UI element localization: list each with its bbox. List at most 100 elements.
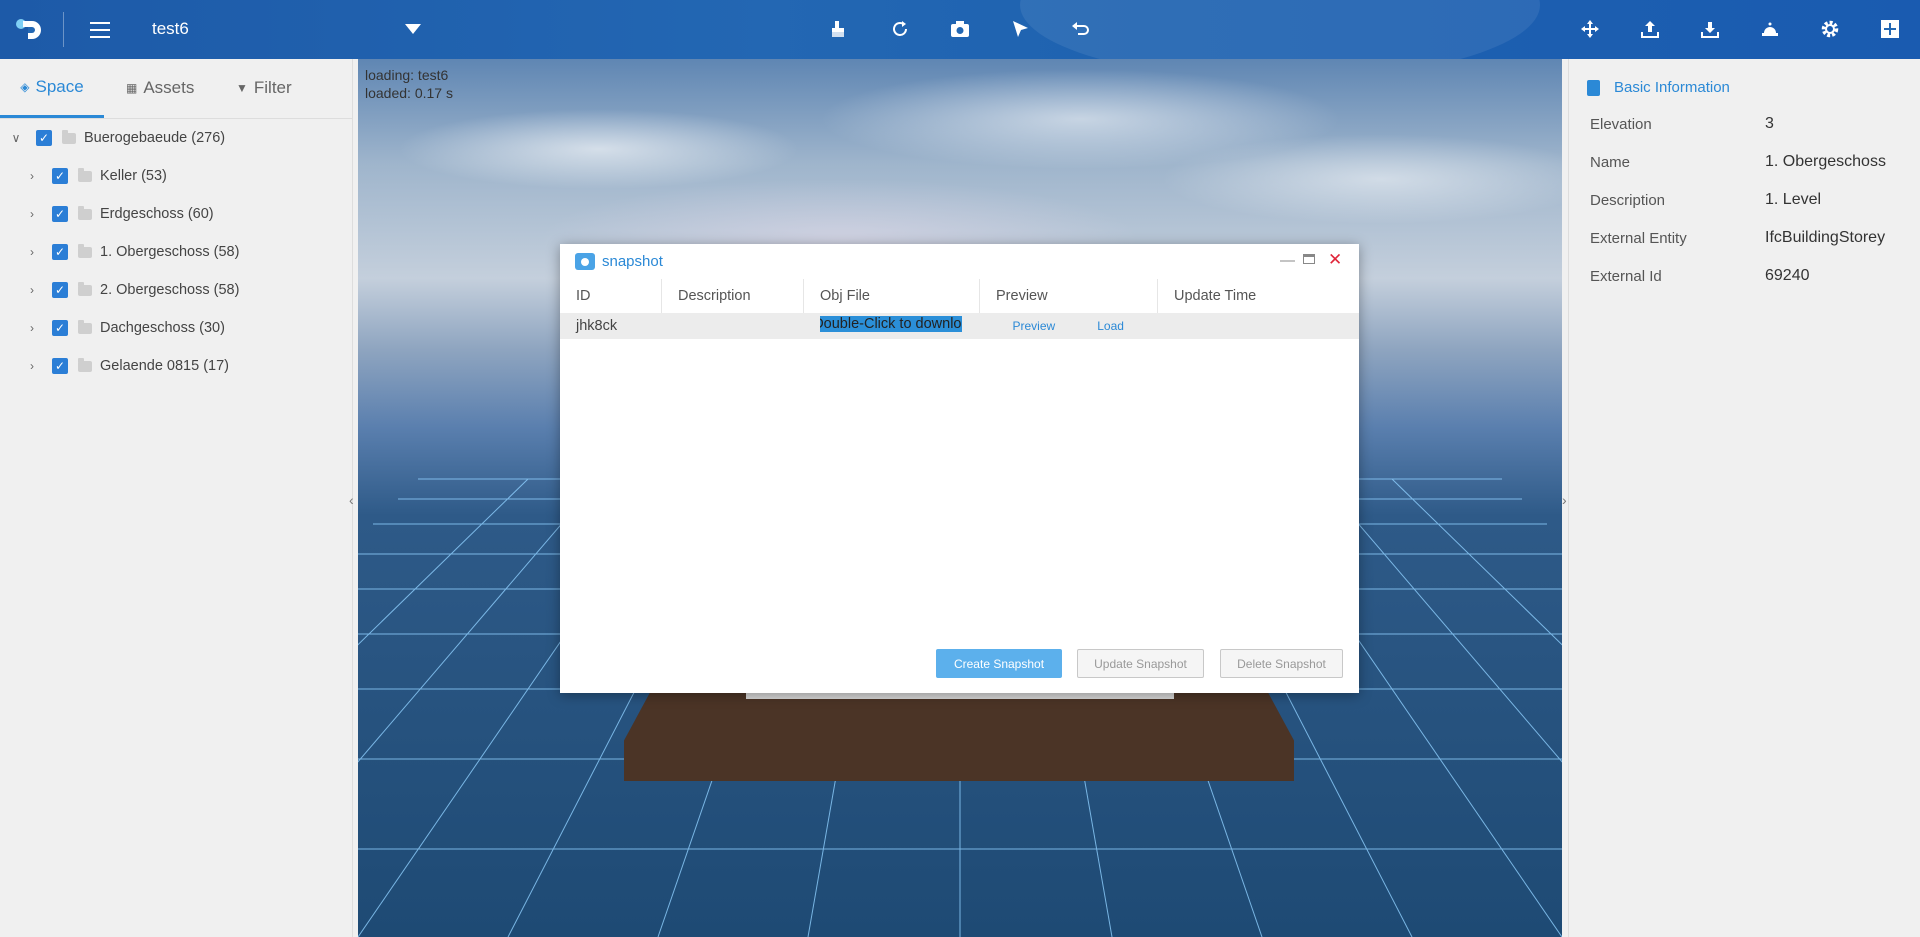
- checkbox[interactable]: ✓: [52, 282, 68, 298]
- tab-assets-label: Assets: [143, 78, 195, 97]
- checkbox[interactable]: ✓: [36, 130, 52, 146]
- divider: [63, 12, 64, 47]
- column-header[interactable]: ID: [560, 279, 662, 313]
- chevron-down-icon[interactable]: ∨: [8, 131, 24, 145]
- chevron-right-icon[interactable]: ›: [24, 207, 40, 221]
- cell-update-time: [1157, 313, 1359, 339]
- tree-node[interactable]: › ✓ Keller (53): [0, 157, 352, 195]
- space-tree: ∨ ✓ Buerogebaeude (276) › ✓ Keller (53) …: [0, 119, 352, 385]
- building-model[interactable]: [624, 691, 1294, 781]
- create-snapshot-button[interactable]: Create Snapshot: [936, 649, 1062, 678]
- tab-space[interactable]: ◈ Space: [0, 59, 104, 118]
- cell-description: [661, 313, 804, 339]
- cursor-icon[interactable]: [1008, 17, 1032, 41]
- prop-value: 1. Obergeschoss: [1765, 153, 1886, 170]
- chevron-right-icon[interactable]: ›: [24, 245, 40, 259]
- top-bar: test6: [0, 0, 1920, 59]
- checkbox[interactable]: ✓: [52, 244, 68, 260]
- tree-node-label: Dachgeschoss (30): [100, 320, 225, 336]
- prop-key: Name: [1590, 154, 1631, 171]
- tree-node-label: Gelaende 0815 (17): [100, 358, 229, 374]
- basic-info-title: Basic Information: [1614, 79, 1730, 96]
- cube-icon: ◈: [20, 80, 30, 94]
- left-tabs: ◈ Space ▦ Assets ▼ Filter: [0, 59, 352, 119]
- gear-icon[interactable]: [1818, 17, 1842, 41]
- table-row[interactable]: jhk8ck Double-Click to downlo Preview Lo…: [560, 313, 1359, 339]
- add-panel-icon[interactable]: [1878, 17, 1902, 41]
- folder-icon: [78, 319, 92, 334]
- checkbox[interactable]: ✓: [52, 206, 68, 222]
- chevron-right-icon[interactable]: ›: [24, 169, 40, 183]
- project-name[interactable]: test6: [152, 19, 189, 39]
- tree-node[interactable]: › ✓ Erdgeschoss (60): [0, 195, 352, 233]
- tree-node[interactable]: › ✓ 2. Obergeschoss (58): [0, 271, 352, 309]
- box-icon: ▦: [126, 81, 138, 95]
- prop-key: Description: [1590, 192, 1666, 209]
- tab-filter-label: Filter: [253, 78, 292, 97]
- load-link[interactable]: Load: [1097, 319, 1124, 333]
- bell-icon[interactable]: [1758, 17, 1782, 41]
- prop-value: 1. Level: [1765, 191, 1822, 208]
- left-panel: ◈ Space ▦ Assets ▼ Filter ∨ ✓ Buerogebae…: [0, 59, 353, 937]
- prop-value: 69240: [1765, 267, 1810, 284]
- checkbox[interactable]: ✓: [52, 358, 68, 374]
- tab-assets[interactable]: ▦ Assets: [126, 59, 194, 117]
- snapshot-dialog: snapshot — ✕ ID Description Obj File Pre…: [560, 244, 1359, 693]
- camera-icon[interactable]: [948, 17, 972, 41]
- cell-obj-file[interactable]: Double-Click to downlo: [803, 313, 980, 339]
- prop-value: IfcBuildingStorey: [1765, 229, 1886, 246]
- chevron-right-icon[interactable]: ›: [24, 359, 40, 373]
- undo-icon[interactable]: [1068, 17, 1092, 41]
- folder-icon: [78, 205, 92, 220]
- download-icon[interactable]: [1698, 17, 1722, 41]
- rotate-icon[interactable]: [888, 17, 912, 41]
- tree-node[interactable]: › ✓ Gelaende 0815 (17): [0, 347, 352, 385]
- tree-node-label: Keller (53): [100, 168, 167, 184]
- tab-filter[interactable]: ▼ Filter: [236, 59, 292, 117]
- move-icon[interactable]: [1578, 17, 1602, 41]
- filter-icon: ▼: [236, 81, 248, 95]
- prop-value: 3: [1765, 115, 1774, 132]
- close-icon[interactable]: ✕: [1328, 250, 1342, 270]
- collapse-right-icon[interactable]: ›: [1562, 492, 1567, 508]
- delete-snapshot-button[interactable]: Delete Snapshot: [1220, 649, 1343, 678]
- checkbox[interactable]: ✓: [52, 320, 68, 336]
- decorative-shape: [1020, 0, 1540, 59]
- prop-key: Elevation: [1590, 116, 1652, 133]
- update-snapshot-button[interactable]: Update Snapshot: [1077, 649, 1204, 678]
- tree-node-label: 2. Obergeschoss (58): [100, 282, 240, 298]
- tree-node[interactable]: › ✓ Dachgeschoss (30): [0, 309, 352, 347]
- folder-icon: [62, 129, 76, 144]
- tree-node[interactable]: › ✓ 1. Obergeschoss (58): [0, 233, 352, 271]
- chevron-down-icon[interactable]: [405, 24, 421, 34]
- loaded-text: loaded: 0.17 s: [365, 85, 453, 101]
- brush-icon[interactable]: [828, 17, 852, 41]
- column-header[interactable]: Update Time: [1158, 279, 1360, 313]
- menu-icon[interactable]: [90, 19, 110, 41]
- document-icon: [1587, 79, 1600, 96]
- maximize-icon[interactable]: [1303, 254, 1315, 264]
- chevron-right-icon[interactable]: ›: [24, 321, 40, 335]
- upload-icon[interactable]: [1638, 17, 1662, 41]
- column-header[interactable]: Preview: [979, 279, 1158, 313]
- app-logo-icon[interactable]: [14, 15, 44, 45]
- right-panel: Basic Information Elevation 3 Name 1. Ob…: [1568, 59, 1920, 937]
- column-header[interactable]: Obj File: [803, 279, 980, 313]
- tree-node-root[interactable]: ∨ ✓ Buerogebaeude (276): [0, 119, 352, 157]
- chevron-right-icon[interactable]: ›: [24, 283, 40, 297]
- prop-key: External Entity: [1590, 230, 1687, 247]
- folder-icon: [78, 167, 92, 182]
- dialog-header: snapshot: [575, 253, 663, 270]
- obj-file-link[interactable]: Double-Click to downlo: [819, 316, 962, 332]
- tree-node-label: 1. Obergeschoss (58): [100, 244, 240, 260]
- folder-icon: [78, 357, 92, 372]
- folder-icon: [78, 243, 92, 258]
- minimize-icon[interactable]: —: [1280, 252, 1295, 269]
- tab-space-label: Space: [35, 77, 84, 96]
- preview-link[interactable]: Preview: [1013, 319, 1056, 333]
- column-header[interactable]: Description: [661, 279, 804, 313]
- collapse-left-icon[interactable]: ‹: [349, 492, 354, 508]
- tree-node-label: Erdgeschoss (60): [100, 206, 214, 222]
- checkbox[interactable]: ✓: [52, 168, 68, 184]
- cell-preview: Preview Load: [979, 313, 1158, 339]
